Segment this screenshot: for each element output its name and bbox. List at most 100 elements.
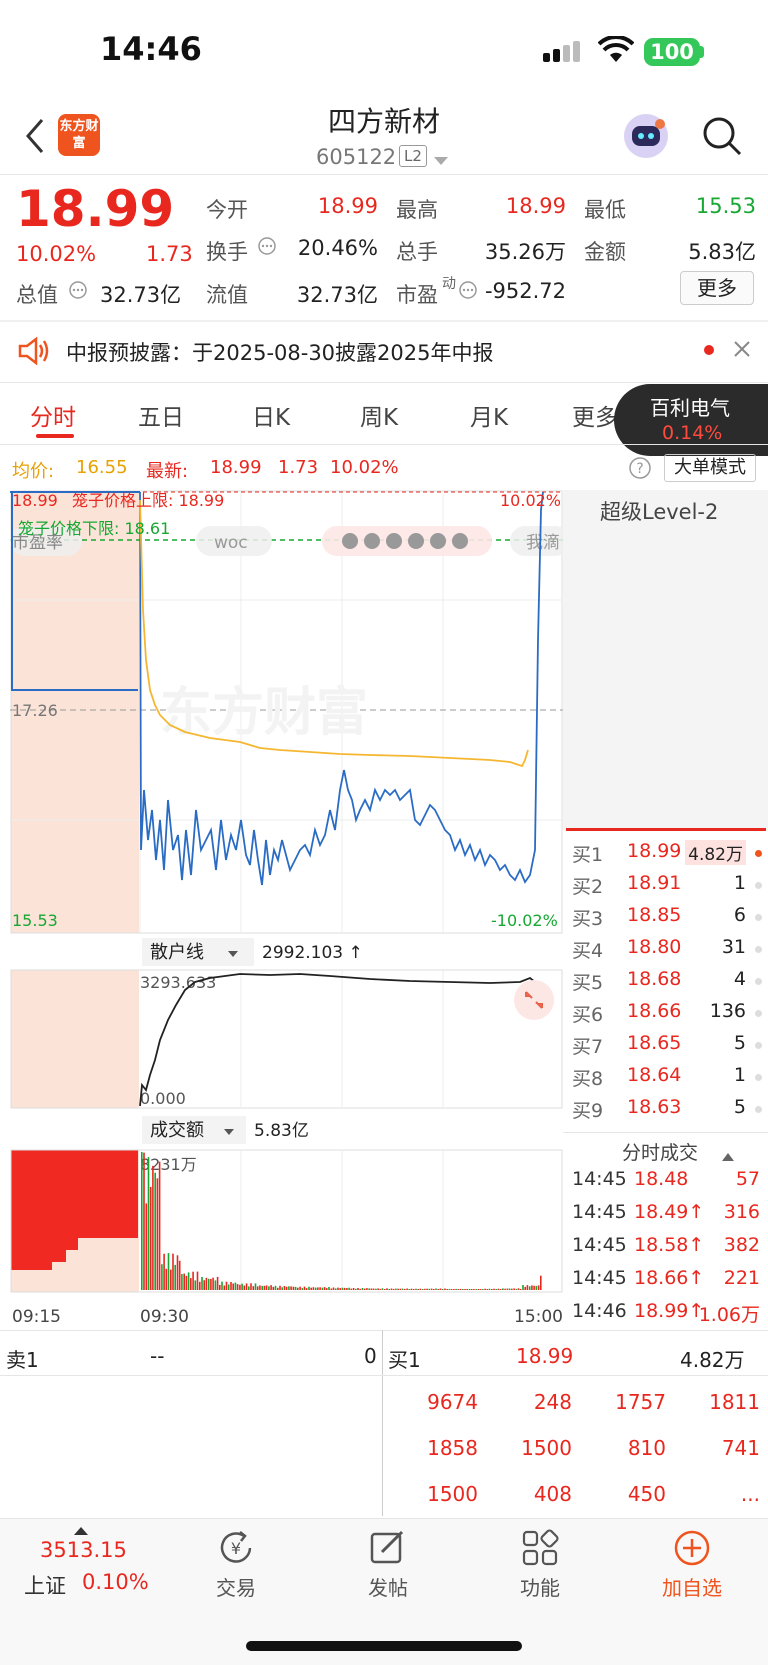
avg-price-label: 均价:	[12, 461, 55, 482]
volume-bar	[448, 1288, 451, 1290]
volume-bar	[147, 1157, 150, 1290]
tab-intraday[interactable]: 分时	[30, 398, 76, 432]
help-icon[interactable]: ?	[628, 456, 652, 484]
bid-row[interactable]: 买1 18.99 4.82万	[570, 840, 768, 872]
add-watchlist-icon[interactable]	[672, 1528, 712, 1568]
volume-bar	[491, 1289, 493, 1290]
pill-mid-text: woc	[214, 533, 248, 553]
notice-text[interactable]: 中报预披露：于2025-08-30披露2025年中报	[66, 337, 493, 367]
nav-add-watchlist[interactable]: 加自选	[642, 1572, 742, 1601]
cage-lower-label: 笼子价格下限: 18.61	[18, 519, 170, 538]
ticks-title[interactable]: 分时成交	[622, 1138, 698, 1165]
bid-volume: 6	[733, 904, 746, 926]
volume-bar	[388, 1289, 390, 1290]
tick-volume: 382	[723, 1234, 760, 1256]
level2-badge[interactable]: L2	[399, 145, 427, 167]
post-icon[interactable]	[368, 1528, 408, 1568]
volume-bar	[319, 1287, 321, 1290]
volume-bar	[268, 1286, 270, 1290]
big-order-mode-button[interactable]: 大单模式	[664, 454, 756, 482]
volume-bar	[263, 1285, 266, 1290]
volume-bar	[219, 1285, 221, 1290]
nav-functions[interactable]: 功能	[490, 1572, 590, 1601]
queue-cell: 810	[627, 1436, 666, 1460]
tab-five-day[interactable]: 五日	[138, 398, 184, 432]
svg-text:?: ?	[636, 461, 643, 477]
speaker-icon	[16, 336, 50, 370]
volume-bar	[379, 1288, 382, 1290]
volume-bar	[470, 1289, 473, 1290]
index-name[interactable]: 上证	[24, 1570, 66, 1600]
tab-monthly-k[interactable]: 月K	[470, 398, 508, 432]
nav-post[interactable]: 发帖	[338, 1572, 438, 1601]
volume-bar	[203, 1280, 205, 1290]
pill-right-text: 我滴	[526, 533, 560, 553]
volume-bar	[457, 1289, 460, 1290]
index-value[interactable]: 3513.15	[40, 1538, 127, 1562]
functions-icon[interactable]	[520, 1528, 560, 1568]
volume-bar	[453, 1289, 455, 1290]
bid-row[interactable]: 买4 18.80 31	[570, 936, 768, 968]
tab-more[interactable]: 更多	[572, 398, 618, 432]
bid-dot	[755, 946, 762, 953]
high-label: 最高	[396, 198, 438, 222]
time-open-label: 09:30	[140, 1307, 189, 1327]
volume-bar	[332, 1287, 335, 1290]
bid-row[interactable]: 买8 18.64 1	[570, 1064, 768, 1096]
bid-row[interactable]: 买3 18.85 6	[570, 904, 768, 936]
avg-price-value: 16.55	[76, 457, 128, 478]
tab-daily-k[interactable]: 日K	[252, 398, 290, 432]
volume-bar	[299, 1286, 301, 1290]
queue-cell: ...	[740, 1482, 760, 1506]
trade-icon[interactable]: ¥	[216, 1528, 256, 1568]
summary-vertical-divider	[382, 1330, 383, 1516]
bid-row[interactable]: 买2 18.91 1	[570, 872, 768, 904]
volume-bar	[310, 1287, 312, 1290]
volume-bar	[522, 1285, 524, 1290]
volume-bar	[181, 1274, 183, 1290]
floating-stock-widget[interactable]: 百利电气 0.14%	[614, 384, 768, 456]
queue-cell: 1757	[615, 1390, 666, 1414]
volume-bar	[154, 1172, 156, 1290]
volume-bar	[352, 1288, 355, 1290]
bid-volume: 4.82万	[685, 840, 746, 865]
bid1-price: 18.99	[516, 1344, 574, 1368]
volume-bar	[417, 1289, 419, 1290]
bid-row[interactable]: 买6 18.66 136	[570, 1000, 768, 1032]
volume-bar	[183, 1273, 185, 1290]
total-value-label: 总值	[16, 283, 58, 307]
bid-level-label: 买9	[572, 1100, 604, 1122]
intraday-chart[interactable]: 东方财富 市盈率 woc 我滴 18.99 笼子价格上限: 18.99 10.0…	[10, 490, 563, 1335]
volume-bar	[232, 1283, 234, 1290]
close-icon[interactable]	[733, 340, 751, 362]
index-pct[interactable]: 0.10%	[82, 1570, 149, 1594]
bid-row[interactable]: 买5 18.68 4	[570, 968, 768, 1000]
search-icon[interactable]	[700, 114, 744, 158]
volume-label: 总手	[396, 240, 438, 264]
current-price: 18.99	[16, 180, 175, 238]
volume-bar	[250, 1283, 252, 1290]
volume-bar	[205, 1277, 208, 1290]
more-button[interactable]: 更多	[680, 271, 754, 305]
info-icon[interactable]	[68, 280, 88, 304]
volume-bar	[526, 1285, 529, 1290]
expand-button-bg	[514, 980, 554, 1020]
bid-row[interactable]: 买9 18.63 5	[570, 1096, 768, 1128]
dropdown-icon[interactable]	[434, 152, 448, 171]
open-label: 今开	[206, 198, 248, 222]
volume-bar	[363, 1288, 366, 1290]
bid-dot	[755, 850, 762, 857]
bid-volume: 4	[733, 968, 746, 990]
volume-value: 35.26万	[484, 240, 566, 264]
summary-mid-divider	[0, 1375, 768, 1376]
assistant-robot-icon[interactable]	[624, 114, 668, 158]
volume-bar	[297, 1287, 299, 1290]
tab-weekly-k[interactable]: 周K	[360, 398, 398, 432]
bid-row[interactable]: 买7 18.65 5	[570, 1032, 768, 1064]
collapse-icon[interactable]	[722, 1146, 734, 1165]
volume-bar	[499, 1289, 502, 1290]
nav-trade[interactable]: 交易	[186, 1572, 286, 1601]
info-icon[interactable]	[257, 236, 277, 260]
info-icon[interactable]	[458, 280, 478, 304]
volume-bar	[317, 1287, 319, 1290]
